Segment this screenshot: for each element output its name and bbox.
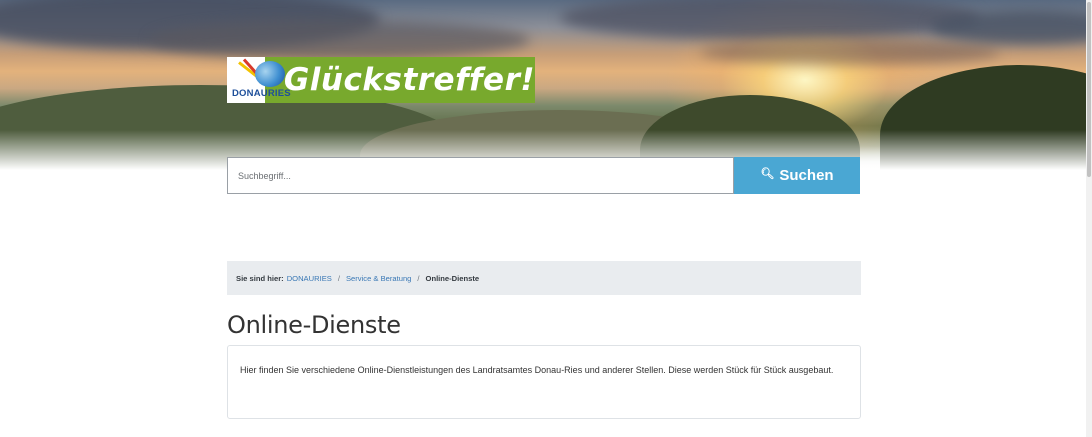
breadcrumb: Sie sind hier: DONAURIES / Service & Ber… [227,261,861,295]
search-icon: 🔍︎ [760,168,775,180]
scrollbar-thumb[interactable] [1087,2,1091,177]
search-button-label: Suchen [779,167,834,184]
breadcrumb-link-service[interactable]: Service & Beratung [346,274,411,283]
scrollbar[interactable] [1086,0,1092,437]
breadcrumb-separator: / [417,273,420,283]
cloud [560,0,980,40]
cloud [700,40,1000,65]
logo-wave-icon [255,61,285,87]
hero-banner [0,0,1092,170]
donauries-logo-mark: DONAURIES [227,57,291,103]
search-button[interactable]: 🔍︎ Suchen [734,157,860,194]
breadcrumb-separator: / [337,273,340,283]
claim-text: Glückstreffer! [283,62,535,98]
site-logo[interactable]: DONAURIES Glückstreffer! [227,57,535,103]
logo-claim: Glückstreffer! [264,57,535,103]
breadcrumb-label: Sie sind hier: [236,273,284,283]
logo-brand-text: DONAURIES [232,88,291,99]
search-input[interactable] [227,157,734,194]
intro-card: Hier finden Sie verschiedene Online-Dien… [227,345,861,419]
intro-text: Hier finden Sie verschiedene Online-Dien… [240,365,834,375]
breadcrumb-current: Online-Dienste [425,273,480,283]
cloud [150,20,530,60]
breadcrumb-link-home[interactable]: DONAURIES [287,274,332,283]
page-title: Online-Dienste [227,311,401,339]
cloud [930,10,1092,45]
